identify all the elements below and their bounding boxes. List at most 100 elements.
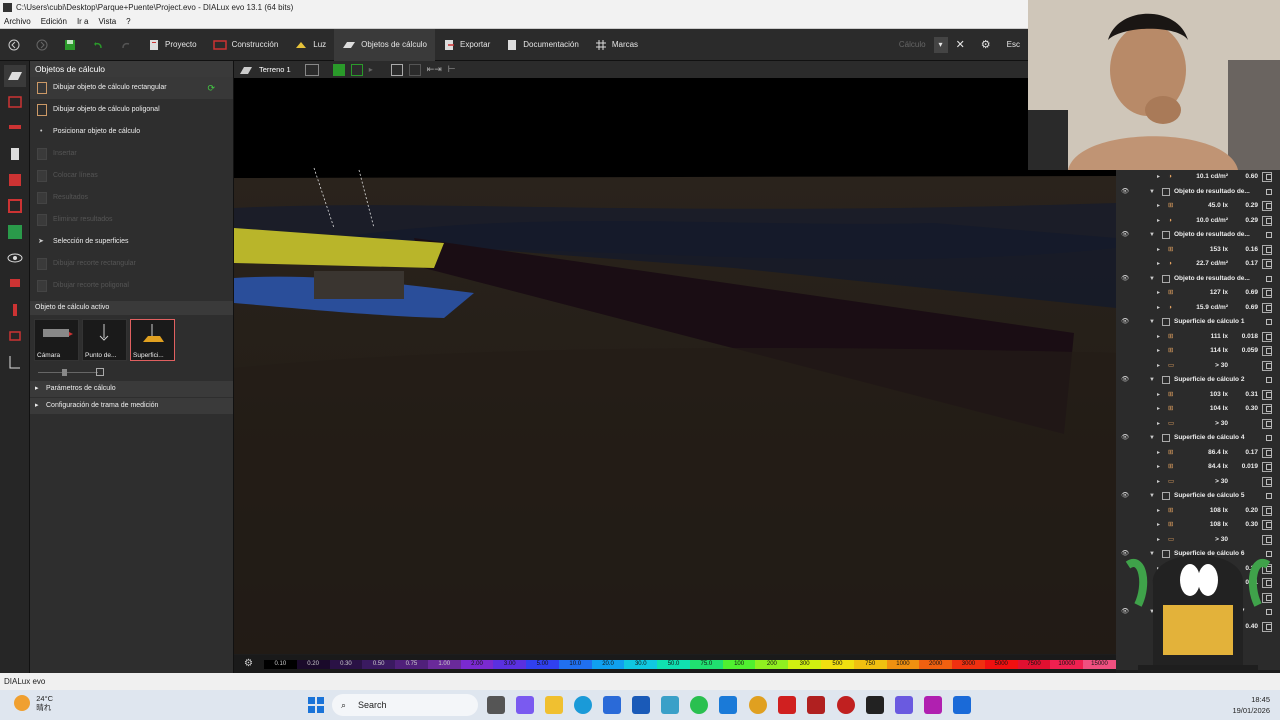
result-value-row[interactable]: ▸ ◑ 22.7 cd/m² 0.17 [1116, 257, 1280, 272]
checkbox[interactable] [1266, 493, 1272, 499]
thumb-point[interactable]: Punto de... [82, 319, 127, 361]
expand-icon[interactable]: ▸ [1157, 214, 1160, 229]
tab-proyecto[interactable]: Proyecto [140, 29, 205, 61]
collapse-icon[interactable]: ▼ [1149, 431, 1155, 446]
expand-icon[interactable]: ▸ [1157, 243, 1160, 258]
measure-icon[interactable]: ⇤⇥ [427, 64, 442, 75]
expand-icon[interactable]: ▸ [1157, 330, 1160, 345]
result-value-row[interactable]: ▸ ⊞ 153 lx 0.16 [1116, 243, 1280, 258]
visibility-eye-icon[interactable]: 👁 [1121, 489, 1129, 504]
checkbox[interactable] [1266, 420, 1272, 427]
visibility-eye-icon[interactable]: 👁 [1121, 185, 1129, 200]
result-value-row[interactable]: ▸ ⊞ 127 lx 0.69 [1116, 286, 1280, 301]
pdf-icon[interactable] [778, 696, 796, 714]
expand-icon[interactable]: ▸ [1157, 446, 1160, 461]
surface-selection-item[interactable]: ➤ Selección de superficies [30, 231, 233, 253]
task-view-icon[interactable] [487, 696, 505, 714]
checkbox[interactable] [1266, 290, 1272, 296]
search-box[interactable]: ⌕ Search [332, 694, 478, 716]
photos-icon[interactable] [661, 696, 679, 714]
result-group-row[interactable]: 👁 ▼ Objeto de resultado de... [1116, 185, 1280, 200]
expand-icon[interactable]: ▸ [1157, 359, 1160, 374]
tab-documentacion[interactable]: Documentación [498, 29, 587, 61]
result-value-row[interactable]: ▸ ⊞ 104 lx 0.30 [1116, 402, 1280, 417]
expand-icon[interactable]: ▸ [1157, 257, 1160, 272]
place-lines-item[interactable]: Colocar líneas [30, 165, 233, 187]
save-button[interactable] [56, 29, 84, 61]
app-purple-icon[interactable] [924, 696, 942, 714]
result-group-row[interactable]: 👁 ▼ Objeto de resultado de... [1116, 272, 1280, 287]
eye-tool-icon[interactable] [4, 247, 26, 269]
checkbox[interactable] [1266, 203, 1272, 209]
back-button[interactable] [0, 29, 28, 61]
checkbox[interactable] [1266, 362, 1272, 369]
result-value-row[interactable]: ▸ ◑ 10.0 cd/m² 0.29 [1116, 214, 1280, 229]
result-value-row[interactable]: ▸ ⊞ 45.0 lx 0.29 [1116, 199, 1280, 214]
result-value-row[interactable]: ▸ ⊞ 108 lx 0.20 [1116, 504, 1280, 519]
discord-icon[interactable] [895, 696, 913, 714]
box-tool-icon[interactable] [4, 169, 26, 191]
area-tool-icon[interactable] [4, 195, 26, 217]
sensor-tool-icon[interactable] [4, 273, 26, 295]
table-tool-icon[interactable] [4, 117, 26, 139]
checkbox[interactable] [1266, 333, 1272, 340]
fit-view-icon[interactable] [390, 63, 403, 76]
result-value-row[interactable]: ▸ ⊞ 103 lx 0.31 [1116, 388, 1280, 403]
collapse-icon[interactable]: ▼ [1149, 185, 1155, 200]
arrow-right-icon[interactable]: ▸ [369, 65, 373, 74]
expand-icon[interactable]: ▸ [1157, 199, 1160, 214]
result-value-row[interactable]: ▸ ▭ > 30 [1116, 359, 1280, 374]
line-tool-icon[interactable] [4, 299, 26, 321]
result-group-row[interactable]: 👁 ▼ Objeto de resultado de... [1116, 228, 1280, 243]
checkbox[interactable] [1266, 232, 1272, 238]
clock[interactable]: 18:45 19/01/2026 [1232, 694, 1270, 716]
checkbox[interactable] [1266, 275, 1272, 282]
checkbox[interactable] [1266, 435, 1272, 441]
green-tool-icon[interactable] [4, 221, 26, 243]
slider-handle[interactable] [62, 369, 67, 376]
expand-icon[interactable]: ▸ [1157, 170, 1160, 185]
whatsapp-icon[interactable] [690, 696, 708, 714]
result-group-row[interactable]: 👁 ▼ Superficie de cálculo 1 [1116, 315, 1280, 330]
draw-rectangular-calc-object[interactable]: Dibujar objeto de cálculo rectangular ⟳ [30, 77, 233, 99]
store-icon[interactable] [603, 696, 621, 714]
expand-icon[interactable]: ▸ [1157, 504, 1160, 519]
expand-icon[interactable]: ▸ [1157, 402, 1160, 417]
checkbox[interactable] [1266, 449, 1272, 456]
cylinder-tool-icon[interactable] [4, 143, 26, 165]
room-tool-icon[interactable] [4, 91, 26, 113]
undo-button[interactable] [84, 29, 112, 61]
tab-exportar[interactable]: Exportar [435, 29, 498, 61]
copilot-icon[interactable] [516, 696, 534, 714]
checkbox[interactable] [1266, 174, 1272, 180]
visibility-eye-icon[interactable]: 👁 [1121, 431, 1129, 446]
collapse-icon[interactable]: ▼ [1149, 228, 1155, 243]
tab-luz[interactable]: Luz [286, 29, 334, 61]
edge-icon[interactable] [574, 696, 592, 714]
menu-archivo[interactable]: Archivo [4, 15, 31, 28]
draw-polygonal-calc-object[interactable]: Dibujar objeto de cálculo poligonal [30, 99, 233, 121]
tab-objetos-calculo[interactable]: Objetos de cálculo [334, 28, 435, 61]
collapse-icon[interactable]: ▼ [1149, 272, 1155, 287]
checkbox[interactable] [1266, 391, 1272, 398]
result-value-row[interactable]: ▸ ▭ > 30 [1116, 475, 1280, 490]
checkbox[interactable] [1266, 478, 1272, 485]
checkbox[interactable] [1266, 406, 1272, 412]
draw-poly-cutout-item[interactable]: Dibujar recorte poligonal [30, 275, 233, 297]
calc-dropdown[interactable]: ▾ [933, 36, 948, 53]
layout-icon[interactable] [304, 63, 319, 76]
expand-icon[interactable]: ▸ [1157, 417, 1160, 432]
checkbox[interactable] [1266, 246, 1272, 253]
expand-icon[interactable]: ▸ [1157, 475, 1160, 490]
visibility-eye-icon[interactable]: 👁 [1121, 228, 1129, 243]
menu-vista[interactable]: Vista [99, 15, 117, 28]
result-group-row[interactable]: 👁 ▼ Superficie de cálculo 5 [1116, 489, 1280, 504]
app-recorder-icon[interactable] [837, 696, 855, 714]
delete-results-item[interactable]: Eliminar resultados [30, 209, 233, 231]
collapse-icon[interactable]: ▼ [1149, 373, 1155, 388]
checkbox[interactable] [1266, 507, 1272, 514]
result-value-row[interactable]: ▸ ◑ 15.9 cd/m² 0.69 [1116, 301, 1280, 316]
forward-button[interactable] [28, 29, 56, 61]
result-value-row[interactable]: ▸ ⊞ 86.4 lx 0.17 [1116, 446, 1280, 461]
checkbox[interactable] [1266, 188, 1272, 195]
